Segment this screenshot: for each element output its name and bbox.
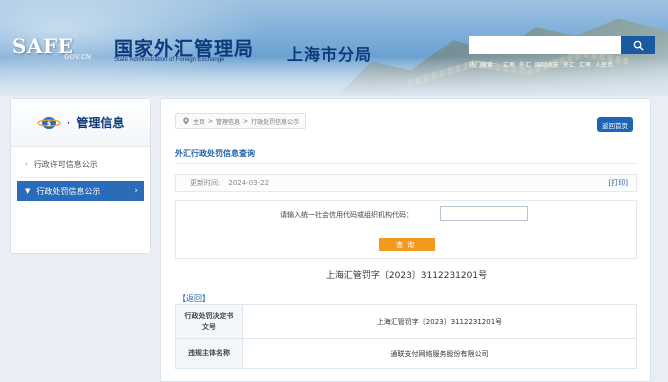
decision-number-heading: 上海汇管罚字〔2023〕3112231201号 bbox=[325, 271, 488, 281]
breadcrumb-home[interactable]: 主页 bbox=[193, 117, 205, 126]
safe-globe-icon: $ bbox=[36, 116, 61, 129]
svg-text:$: $ bbox=[46, 120, 50, 127]
chevron-right-icon: › bbox=[25, 160, 28, 168]
hot-link[interactable]: 外汇 bbox=[519, 60, 531, 69]
update-time-value: 2024-03-22 bbox=[228, 179, 270, 187]
page-title: 外汇行政处罚信息查询 bbox=[175, 149, 255, 158]
hot-search-links: 热门搜索： 汇率 外汇 国际收支 外汇 汇率 人民币 bbox=[469, 60, 613, 69]
chevron-down-icon: ▼ bbox=[25, 187, 31, 195]
search-box bbox=[469, 36, 655, 54]
breadcrumb-separator: > bbox=[243, 117, 249, 125]
query-button[interactable]: 查询 bbox=[379, 238, 435, 251]
back-to-home-button[interactable]: 返回首页 bbox=[597, 117, 633, 132]
sidebar-header: $ · 管理信息 bbox=[11, 99, 150, 147]
table-row: 违规主体名称 通联支付网络服务股份有限公司 bbox=[175, 338, 637, 369]
breadcrumb-current[interactable]: 行政处罚信息公示 bbox=[251, 117, 299, 126]
table-value-cell: 上海汇管罚字〔2023〕3112231201号 bbox=[242, 304, 637, 339]
sidebar-item-admin-license[interactable]: › 行政许可信息公示 bbox=[17, 154, 144, 174]
sidebar-item-label: 行政处罚信息公示 bbox=[36, 186, 101, 196]
table-row: 行政处罚决定书文号 上海汇管罚字〔2023〕3112231201号 bbox=[175, 304, 637, 339]
table-header-cell: 行政处罚决定书文号 bbox=[175, 304, 243, 339]
hot-link[interactable]: 外汇 bbox=[563, 60, 575, 69]
hot-link[interactable]: 国际收支 bbox=[535, 60, 559, 69]
main-content: 主页 > 管理信息 > 行政处罚信息公示 返回首页 外汇行政处罚信息查询 更新时… bbox=[160, 98, 651, 382]
chevron-right-icon: › bbox=[134, 186, 138, 196]
breadcrumb-management[interactable]: 管理信息 bbox=[216, 117, 240, 126]
sidebar-bullet: · bbox=[66, 115, 71, 130]
search-input[interactable] bbox=[469, 36, 621, 54]
hot-search-label: 热门搜索： bbox=[469, 62, 500, 69]
sidebar-item-admin-penalty[interactable]: ▼ 行政处罚信息公示 › bbox=[17, 181, 144, 201]
table-header-cell: 违规主体名称 bbox=[175, 338, 243, 369]
credit-code-label: 请输入统一社会信用代码或组织机构代码： bbox=[280, 211, 413, 219]
update-bar: 更新时间: 2024-03-22 [打印] bbox=[175, 174, 637, 192]
print-link[interactable]: [打印] bbox=[609, 178, 628, 188]
update-time-label: 更新时间: bbox=[190, 179, 221, 187]
breadcrumb: 主页 > 管理信息 > 行政处罚信息公示 bbox=[175, 113, 307, 129]
sidebar-item-label: 行政许可信息公示 bbox=[33, 159, 98, 169]
credit-code-input[interactable] bbox=[440, 206, 528, 221]
header-banner: SAFE GOV.CN 国家外汇管理局 State Administration… bbox=[0, 0, 668, 96]
divider bbox=[17, 177, 144, 178]
back-link[interactable]: 【返回】 bbox=[178, 293, 210, 304]
logo-gov-cn: GOV.CN bbox=[64, 54, 91, 61]
table-value-cell: 通联支付网络服务股份有限公司 bbox=[242, 338, 637, 369]
sidebar: $ · 管理信息 › 行政许可信息公示 ▼ 行政处罚信息公示 › bbox=[10, 98, 151, 254]
query-form: 请输入统一社会信用代码或组织机构代码： 查询 bbox=[175, 200, 637, 259]
penalty-detail-table: 行政处罚决定书文号 上海汇管罚字〔2023〕3112231201号 违规主体名称… bbox=[175, 304, 637, 369]
breadcrumb-separator: > bbox=[208, 117, 214, 125]
location-pin-icon bbox=[183, 117, 189, 125]
branch-name: 上海市分局 bbox=[287, 45, 373, 64]
hot-link[interactable]: 汇率 bbox=[503, 60, 515, 69]
search-icon bbox=[633, 40, 644, 51]
site-title-en: State Administration of Foreign Exchange bbox=[114, 57, 225, 63]
sidebar-title: 管理信息 bbox=[76, 116, 125, 130]
hot-link[interactable]: 汇率 bbox=[579, 60, 591, 69]
divider bbox=[175, 163, 637, 164]
hot-link[interactable]: 人民币 bbox=[595, 60, 613, 69]
search-button[interactable] bbox=[621, 36, 655, 54]
